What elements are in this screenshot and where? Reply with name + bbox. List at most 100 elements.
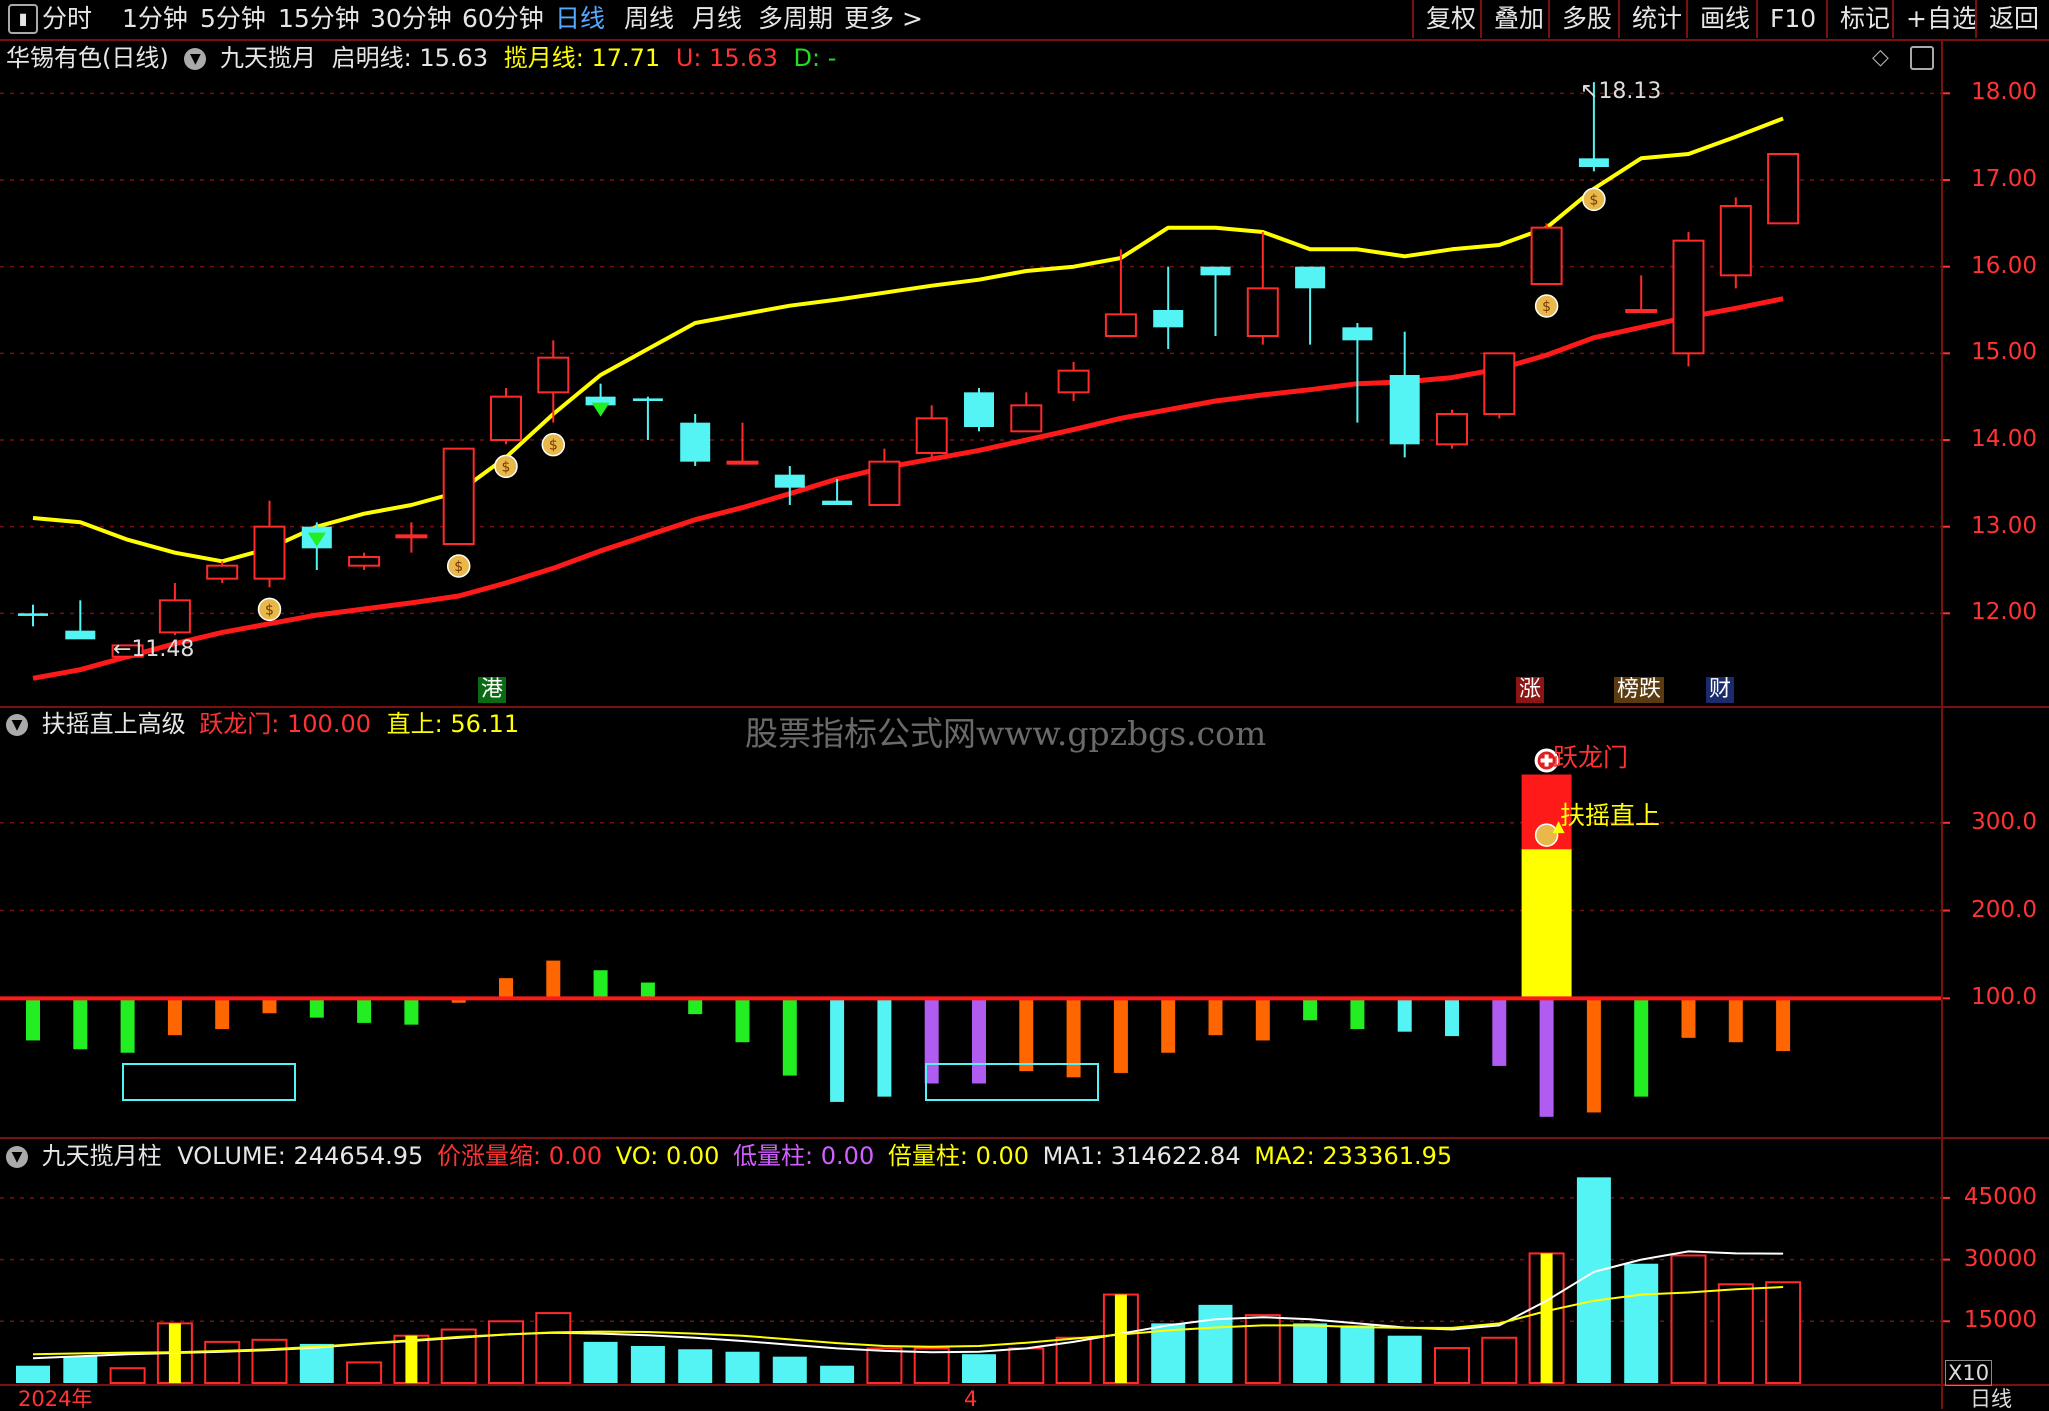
indicator2-name[interactable]: 扶摇直上高级 (42, 710, 186, 738)
indicator-bar (1303, 998, 1318, 1021)
period-toolbar: ▮ 分时 1分钟 5分钟 15分钟 30分钟 60分钟 日线 周线 月线 多周期 更多 > 复权 叠加… (0, 0, 2049, 40)
panel-toggle-icon[interactable]: ▮ (8, 4, 38, 34)
indicator-bar (1113, 998, 1128, 1073)
qiming-value: 15.63 (419, 44, 489, 72)
candle-body (1530, 226, 1563, 286)
indicator-bar (830, 998, 845, 1102)
toolbar-button-5[interactable]: F10 (1756, 0, 1816, 38)
candle-body (206, 564, 239, 580)
event-badge-rise[interactable]: 涨 (1516, 677, 1545, 703)
period-tab-7[interactable]: 周线 (624, 0, 674, 38)
yuelongmen-label: 跃龙门: (199, 710, 280, 738)
volume-ytick-0: 45000 (1963, 1183, 2037, 1210)
main-ytick-3: 15.00 (1971, 339, 2037, 366)
dlz-value: 0.00 (820, 1142, 875, 1170)
range-box-1 (122, 1063, 296, 1101)
volume-indicator-name[interactable]: 九天揽月柱 (42, 1142, 162, 1170)
indicator-bar (593, 970, 608, 999)
volume-bar (1434, 1347, 1470, 1384)
volume-bar (488, 1320, 524, 1384)
toolbar-button-1[interactable]: 叠加 (1480, 0, 1544, 38)
low-price-value: 11.48 (131, 637, 195, 662)
volume-panel-header: ▼ 九天揽月柱 VOLUME: 244654.95 价涨量缩: 0.00 VO:… (6, 1142, 1452, 1170)
candle (18, 604, 48, 627)
candle (1389, 331, 1420, 458)
indicator-dropdown-icon[interactable]: ▼ (184, 48, 207, 70)
period-tab-4[interactable]: 30分钟 (370, 0, 452, 38)
volume-bar (913, 1347, 950, 1385)
candle (1295, 266, 1326, 345)
toolbar-button-2[interactable]: 多股 (1548, 0, 1612, 38)
candle-body (158, 599, 191, 634)
candle (158, 583, 191, 635)
candle-body (1672, 239, 1705, 355)
volume-bar (299, 1343, 334, 1383)
chart-canvas[interactable]: $ $ $ $ $ $ (0, 0, 2049, 1409)
volume-dropdown-icon[interactable]: ▼ (6, 1146, 28, 1168)
toolbar-button-8[interactable]: 返回 (1975, 0, 2039, 38)
candle-body (726, 460, 759, 465)
volume-bar (1008, 1347, 1045, 1385)
indicator-bar (1728, 998, 1743, 1043)
volume-bar-highlight (1540, 1253, 1553, 1383)
indicator-ytick-1: 200.0 (1971, 896, 2037, 923)
period-tab-9[interactable]: 多周期 (758, 0, 833, 38)
toolbar-button-0[interactable]: 复权 (1412, 0, 1476, 38)
money-bag-icon: $ (1534, 294, 1559, 318)
yuelongmen-value: 100.00 (287, 710, 371, 738)
event-badge-finance[interactable]: 财 (1706, 677, 1735, 703)
money-bag-symbol: $ (502, 459, 511, 475)
main-ytick-1: 17.00 (1971, 166, 2037, 192)
u-value: 15.63 (709, 44, 778, 72)
candle (442, 447, 475, 545)
period-tab-3[interactable]: 15分钟 (278, 0, 360, 38)
period-tab-2[interactable]: 5分钟 (200, 0, 266, 38)
indicator-bar (120, 998, 135, 1053)
period-tab-1[interactable]: 1分钟 (122, 0, 188, 38)
indicator-bar (262, 998, 277, 1014)
candle (915, 405, 948, 458)
candle-body (348, 556, 381, 567)
date-month-label: 4 (964, 1387, 978, 1411)
volume-bar (820, 1365, 855, 1383)
period-tab-6[interactable]: 日线 (555, 0, 605, 38)
volume-bar (1670, 1254, 1707, 1385)
candle (65, 600, 96, 640)
volume-bar (630, 1345, 665, 1383)
volume-bar (251, 1338, 288, 1384)
stock-name: 华锡有色(日线) (6, 44, 169, 72)
volume-bar (962, 1354, 996, 1383)
candle-body (1483, 352, 1516, 416)
candle (253, 500, 286, 588)
period-tab-8[interactable]: 月线 (692, 0, 742, 38)
lanyue-label: 揽月线: (503, 44, 584, 72)
candle (348, 552, 381, 570)
diamond-icon[interactable]: ◇ (1872, 44, 1889, 72)
volume-bar-highlight (405, 1335, 418, 1383)
event-badge-list[interactable]: 榜跌 (1614, 677, 1665, 703)
candle (1246, 232, 1279, 345)
indicator-bar (73, 998, 88, 1050)
toolbar-button-4[interactable]: 画线 (1686, 0, 1750, 38)
candle (726, 422, 759, 465)
candle-body (442, 447, 475, 545)
signal-fuyao: 扶摇直上 (1560, 801, 1661, 830)
volume-bar (725, 1351, 760, 1383)
candle-body (253, 525, 286, 580)
money-bag-symbol: $ (454, 559, 463, 575)
period-tab-0[interactable]: 分时 (42, 0, 92, 38)
toolbar-button-6[interactable]: 标记 (1826, 0, 1890, 38)
window-mode-icon[interactable] (1910, 46, 1934, 70)
indicator2-dropdown-icon[interactable]: ▼ (6, 714, 28, 736)
toolbar-button-7[interactable]: +自选 (1892, 0, 1977, 38)
volume-ytick-2: 15000 (1963, 1307, 2037, 1334)
period-tab-10[interactable]: 更多 > (844, 0, 923, 38)
indicator-bar (1208, 998, 1223, 1036)
toolbar-button-3[interactable]: 统计 (1618, 0, 1682, 38)
lanyue-value: 17.71 (591, 44, 661, 72)
period-tab-5[interactable]: 60分钟 (462, 0, 544, 38)
blz-label: 倍量柱: (887, 1142, 968, 1170)
event-badge-hk[interactable]: 港 (478, 677, 507, 703)
d-label: D: (793, 44, 821, 72)
indicator-name[interactable]: 九天揽月 (220, 44, 316, 72)
